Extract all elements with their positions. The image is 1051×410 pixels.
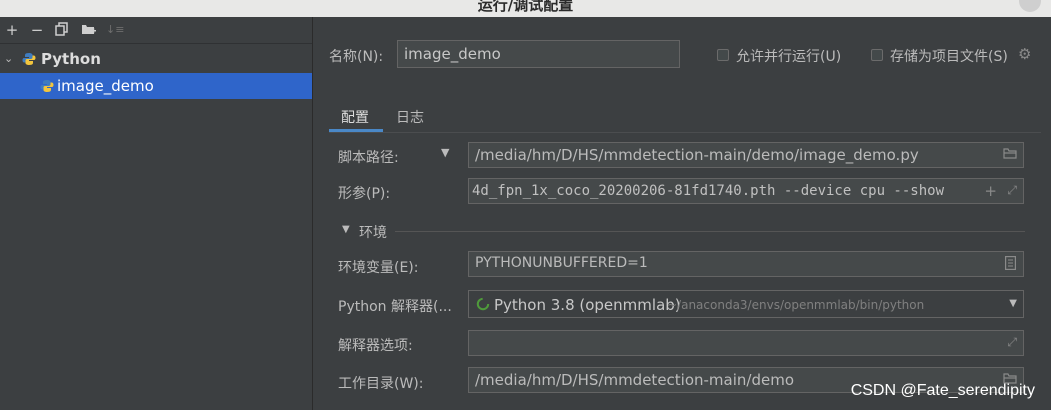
tree-item-image-demo[interactable]: image_demo xyxy=(0,73,312,99)
interpreter-options-label: 解释器选项: xyxy=(338,338,413,354)
tree-toolbar: + − ↓≡ xyxy=(0,17,312,44)
parameters-input[interactable]: 4d_fpn_1x_coco_20200206-81fd1740.pth --d… xyxy=(468,178,1024,204)
add-icon[interactable]: + xyxy=(4,22,20,38)
collapse-chevron-icon[interactable]: ▼ xyxy=(342,224,350,235)
workdir-label: 工作目录(W): xyxy=(338,376,424,392)
script-type-dropdown-icon[interactable]: ▼ xyxy=(441,146,449,159)
edit-list-icon[interactable] xyxy=(1005,256,1017,274)
script-path-label: 脚本路径: xyxy=(338,150,399,166)
script-path-input[interactable]: /media/hm/D/HS/mmdetection-main/demo/ima… xyxy=(468,142,1024,168)
parallel-run-checkbox[interactable] xyxy=(717,49,729,61)
script-path-value: /media/hm/D/HS/mmdetection-main/demo/ima… xyxy=(475,146,919,164)
window-title: 运行/调试配置 xyxy=(477,0,574,14)
interpreter-path: ~/anaconda3/envs/openmmlab/bin/python xyxy=(667,298,925,312)
workdir-value: /media/hm/D/HS/mmdetection-main/demo xyxy=(475,371,795,389)
add-icon[interactable]: + xyxy=(980,182,997,200)
config-form-panel: 名称(N): image_demo 允许并行运行(U) 存储为项目文件(S) ⚙… xyxy=(313,17,1051,410)
interpreter-label: Python 解释器(... xyxy=(338,299,452,315)
tab-separator xyxy=(329,132,1041,133)
env-vars-input[interactable]: PYTHONUNBUFFERED=1 xyxy=(468,251,1024,277)
python-icon xyxy=(40,80,54,92)
env-vars-label: 环境变量(E): xyxy=(338,260,419,276)
store-project-checkbox[interactable] xyxy=(871,49,883,61)
name-input-value: image_demo xyxy=(404,45,501,63)
expand-icon[interactable]: ⤢ xyxy=(1007,183,1017,198)
title-bar: 运行/调试配置 xyxy=(0,0,1051,17)
env-section-title: 环境 xyxy=(359,225,387,241)
store-project-label: 存储为项目文件(S) xyxy=(890,49,1008,65)
python-icon xyxy=(22,53,36,65)
chevron-down-icon[interactable]: ▼ xyxy=(1009,298,1017,309)
chevron-down-icon[interactable]: ⌄ xyxy=(4,46,13,72)
interpreter-select[interactable]: Python 3.8 (openmmlab) ~/anaconda3/envs/… xyxy=(468,290,1024,318)
tree-label-image-demo: image_demo xyxy=(57,77,154,95)
remove-icon[interactable]: − xyxy=(29,22,45,38)
gear-icon[interactable]: ⚙ xyxy=(1018,45,1031,63)
parallel-run-label: 允许并行运行(U) xyxy=(736,49,842,65)
interpreter-spinner-icon xyxy=(476,297,490,315)
interpreter-options-input[interactable]: ⤢ xyxy=(468,330,1024,356)
copy-icon[interactable] xyxy=(54,22,70,38)
tree-item-python[interactable]: ⌄ Python xyxy=(0,46,312,72)
name-label: 名称(N): xyxy=(329,49,384,65)
tab-logs[interactable]: 日志 xyxy=(396,107,424,127)
env-section-divider xyxy=(395,231,1025,232)
parameters-label: 形参(P): xyxy=(338,186,391,202)
tab-config[interactable]: 配置 xyxy=(341,107,369,127)
config-tree-panel: + − ↓≡ ⌄ Python image_demo xyxy=(0,17,313,410)
env-vars-value: PYTHONUNBUFFERED=1 xyxy=(475,255,648,271)
folder-add-icon[interactable] xyxy=(80,22,96,38)
tree-label-python: Python xyxy=(41,50,101,68)
name-input[interactable]: image_demo xyxy=(397,40,680,68)
watermark: CSDN @Fate_serendipity xyxy=(850,382,1035,399)
sort-icon[interactable]: ↓≡ xyxy=(106,22,124,38)
expand-icon[interactable]: ⤢ xyxy=(1007,335,1017,350)
folder-icon[interactable] xyxy=(1003,147,1017,163)
parameters-value: 4d_fpn_1x_coco_20200206-81fd1740.pth --d… xyxy=(472,183,945,199)
interpreter-name: Python 3.8 (openmmlab) xyxy=(494,296,681,314)
